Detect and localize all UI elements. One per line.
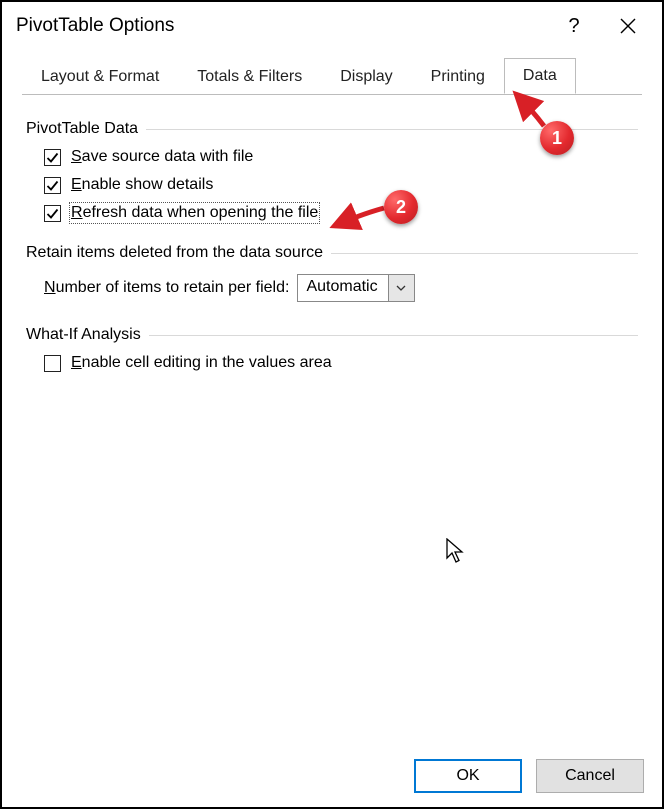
check-icon: [46, 179, 59, 192]
section-retain-items: Retain items deleted from the data sourc…: [26, 244, 638, 262]
label-save-source-data[interactable]: Save source data with file: [71, 148, 253, 166]
checkbox-enable-show-details[interactable]: [44, 177, 61, 194]
check-icon: [46, 207, 59, 220]
tab-panel-data: PivotTable Data Save source data with fi…: [2, 94, 662, 372]
tab-divider: [22, 94, 642, 95]
cancel-button[interactable]: Cancel: [536, 759, 644, 793]
combo-retain-items-button[interactable]: [388, 275, 414, 301]
tab-totals-filters[interactable]: Totals & Filters: [178, 59, 321, 94]
tab-strip: Layout & Format Totals & Filters Display…: [2, 56, 662, 94]
section-pivottable-data-label: PivotTable Data: [26, 120, 138, 138]
label-retain-items-field: Number of items to retain per field:: [44, 279, 289, 297]
tab-layout-format[interactable]: Layout & Format: [22, 59, 178, 94]
close-button[interactable]: [608, 6, 648, 46]
checkbox-save-source-data[interactable]: [44, 149, 61, 166]
dialog-buttons: OK Cancel: [414, 759, 644, 793]
section-pivottable-data: PivotTable Data: [26, 120, 638, 138]
help-button[interactable]: ?: [554, 6, 594, 46]
tab-data[interactable]: Data: [504, 58, 576, 94]
checkbox-enable-cell-editing[interactable]: [44, 355, 61, 372]
titlebar: PivotTable Options ?: [2, 2, 662, 50]
section-whatif: What-If Analysis: [26, 326, 638, 344]
tab-display[interactable]: Display: [321, 59, 411, 94]
dialog-title: PivotTable Options: [16, 15, 174, 37]
check-icon: [46, 151, 59, 164]
section-retain-items-label: Retain items deleted from the data sourc…: [26, 244, 323, 262]
row-retain-items-field: Number of items to retain per field: Aut…: [44, 274, 638, 302]
label-refresh-on-open[interactable]: Refresh data when opening the file: [71, 204, 318, 222]
row-save-source-data: Save source data with file: [44, 148, 638, 166]
tab-printing[interactable]: Printing: [412, 59, 504, 94]
checkbox-refresh-on-open[interactable]: [44, 205, 61, 222]
cursor-icon: [445, 538, 467, 564]
section-whatif-label: What-If Analysis: [26, 326, 141, 344]
close-icon: [620, 18, 636, 34]
combo-retain-items[interactable]: Automatic: [297, 274, 414, 302]
chevron-down-icon: [396, 285, 406, 291]
row-enable-show-details: Enable show details: [44, 176, 638, 194]
label-enable-show-details[interactable]: Enable show details: [71, 176, 213, 194]
label-enable-cell-editing[interactable]: Enable cell editing in the values area: [71, 354, 332, 372]
row-refresh-on-open: Refresh data when opening the file: [44, 204, 638, 222]
combo-retain-items-value: Automatic: [298, 275, 387, 301]
ok-button[interactable]: OK: [414, 759, 522, 793]
row-enable-cell-editing: Enable cell editing in the values area: [44, 354, 638, 372]
